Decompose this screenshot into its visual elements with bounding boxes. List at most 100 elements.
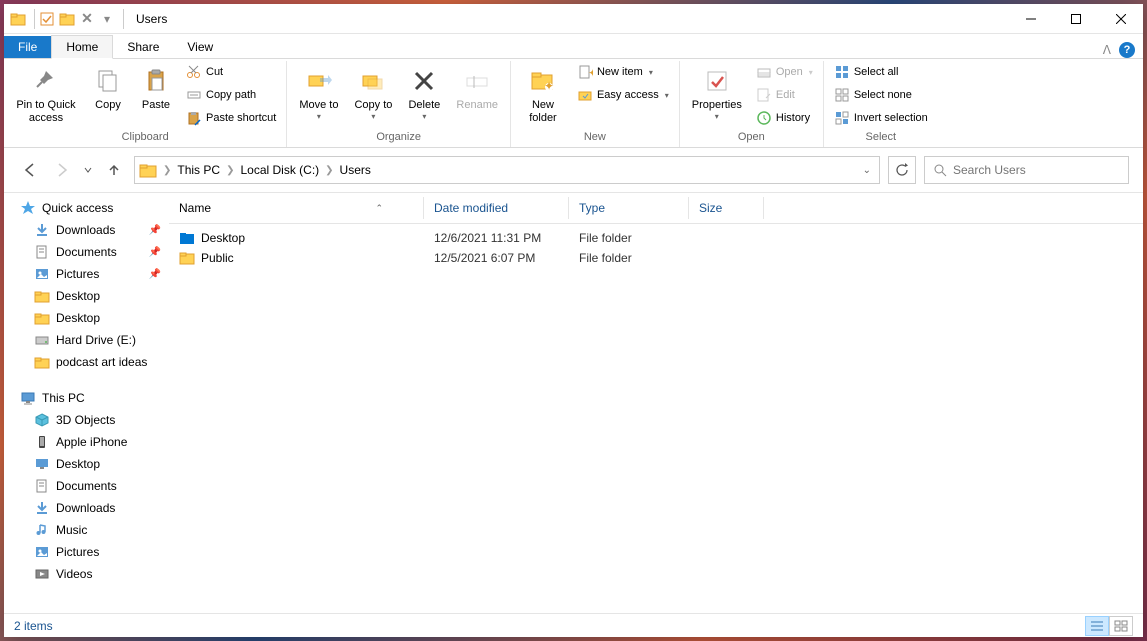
properties-button[interactable]: Properties▾ — [686, 61, 748, 126]
pin-to-quick-access-button[interactable]: Pin to Quick access — [10, 61, 82, 129]
new-folder-button[interactable]: ✦New folder — [517, 61, 569, 129]
file-row[interactable]: Desktop 12/6/2021 11:31 PM File folder — [169, 228, 1143, 248]
file-name: Desktop — [201, 231, 245, 245]
sidebar-item-pictures[interactable]: Pictures📌 — [4, 263, 169, 285]
sidebar-item-desktop[interactable]: Desktop — [4, 453, 169, 475]
folder-icon — [10, 11, 26, 27]
address-bar[interactable]: ❯ This PC ❯ Local Disk (C:) ❯ Users ⌄ — [134, 156, 880, 184]
paste-shortcut-button[interactable]: Paste shortcut — [182, 107, 280, 129]
sidebar-item-pictures[interactable]: Pictures — [4, 541, 169, 563]
nav-recent-button[interactable] — [82, 158, 94, 182]
nav-back-button[interactable] — [18, 158, 42, 182]
chevron-right-icon[interactable]: ❯ — [323, 165, 335, 176]
tab-file[interactable]: File — [4, 36, 51, 58]
sidebar-item-music[interactable]: Music — [4, 519, 169, 541]
file-name: Public — [201, 251, 234, 265]
navigation-bar: ❯ This PC ❯ Local Disk (C:) ❯ Users ⌄ — [4, 148, 1143, 192]
breadcrumb-local-disk[interactable]: Local Disk (C:) — [236, 157, 323, 183]
separator — [34, 9, 35, 29]
sidebar-item-desktop[interactable]: Desktop — [4, 307, 169, 329]
this-pc-icon — [20, 390, 36, 406]
pin-icon — [30, 65, 62, 97]
quick-access[interactable]: Quick access — [4, 197, 169, 219]
invert-selection-button[interactable]: Invert selection — [830, 107, 932, 129]
chevron-right-icon[interactable]: ❯ — [224, 165, 236, 176]
sidebar-item-desktop[interactable]: Desktop — [4, 285, 169, 307]
new-folder-icon: ✦ — [527, 65, 559, 97]
tab-home[interactable]: Home — [51, 35, 113, 59]
chevron-up-icon[interactable]: ᐱ — [1103, 43, 1111, 57]
tab-share[interactable]: Share — [113, 36, 173, 58]
copy-path-button[interactable]: Copy path — [182, 84, 280, 106]
separator — [123, 9, 124, 29]
easy-access-button[interactable]: Easy access▾ — [573, 84, 673, 106]
paste-shortcut-icon — [186, 110, 202, 126]
rename-button[interactable]: Rename — [450, 61, 504, 116]
sidebar-item-videos[interactable]: Videos — [4, 563, 169, 585]
close-button[interactable] — [1098, 4, 1143, 34]
file-rows: Desktop 12/6/2021 11:31 PM File folder P… — [169, 224, 1143, 613]
sidebar-item-podcast-art[interactable]: podcast art ideas — [4, 351, 169, 373]
sidebar-item-apple-iphone[interactable]: Apple iPhone — [4, 431, 169, 453]
drive-icon — [34, 332, 50, 348]
refresh-button[interactable] — [888, 156, 916, 184]
select-all-button[interactable]: Select all — [830, 61, 932, 83]
folder-icon — [34, 354, 50, 370]
navigation-tree[interactable]: Quick access Downloads📌 Documents📌 Pictu… — [4, 193, 169, 613]
delete-button[interactable]: Delete▾ — [402, 61, 446, 126]
paste-button[interactable]: Paste — [134, 61, 178, 116]
delete-icon — [408, 65, 440, 97]
sidebar-item-documents[interactable]: Documents📌 — [4, 241, 169, 263]
chevron-right-icon[interactable]: ❯ — [161, 165, 173, 176]
column-date[interactable]: Date modified — [424, 197, 569, 219]
cut-button[interactable]: Cut — [182, 61, 280, 83]
open-button[interactable]: Open▾ — [752, 61, 817, 83]
copy-to-button[interactable]: Copy to▾ — [348, 61, 398, 126]
search-input[interactable] — [953, 163, 1120, 177]
phone-icon — [34, 434, 50, 450]
sidebar-item-downloads[interactable]: Downloads📌 — [4, 219, 169, 241]
checkmark-icon[interactable] — [39, 11, 55, 27]
column-type[interactable]: Type — [569, 197, 689, 219]
edit-icon — [756, 87, 772, 103]
qat-close-icon[interactable]: ✕ — [79, 11, 95, 27]
move-to-button[interactable]: Move to▾ — [293, 61, 344, 126]
maximize-button[interactable] — [1053, 4, 1098, 34]
copy-to-icon — [357, 65, 389, 97]
chevron-down-icon[interactable]: ⌄ — [863, 165, 871, 176]
copy-button[interactable]: Copy — [86, 61, 130, 116]
ribbon-group-clipboard: Pin to Quick access Copy Paste Cut Copy … — [4, 61, 287, 147]
nav-up-button[interactable] — [102, 158, 126, 182]
status-text: 2 items — [14, 619, 53, 633]
breadcrumb-users[interactable]: Users — [336, 157, 375, 183]
move-icon — [303, 65, 335, 97]
thumbnails-view-button[interactable] — [1109, 616, 1133, 636]
select-none-icon — [834, 87, 850, 103]
new-item-button[interactable]: ✦New item▾ — [573, 61, 673, 83]
minimize-button[interactable] — [1008, 4, 1053, 34]
3d-objects-icon — [34, 412, 50, 428]
select-none-button[interactable]: Select none — [830, 84, 932, 106]
file-row[interactable]: Public 12/5/2021 6:07 PM File folder — [169, 248, 1143, 268]
tab-view[interactable]: View — [173, 36, 227, 58]
sidebar-item-hard-drive[interactable]: Hard Drive (E:) — [4, 329, 169, 351]
documents-icon — [34, 244, 50, 260]
folder-icon[interactable] — [59, 11, 75, 27]
sidebar-item-downloads[interactable]: Downloads — [4, 497, 169, 519]
file-size — [689, 257, 764, 259]
sidebar-item-3d-objects[interactable]: 3D Objects — [4, 409, 169, 431]
details-view-button[interactable] — [1085, 616, 1109, 636]
invert-icon — [834, 110, 850, 126]
search-box[interactable] — [924, 156, 1129, 184]
column-size[interactable]: Size — [689, 197, 764, 219]
column-name[interactable]: Name⌃ — [169, 197, 424, 219]
search-icon — [933, 163, 947, 177]
breadcrumb-this-pc[interactable]: This PC — [173, 157, 224, 183]
history-button[interactable]: History — [752, 107, 817, 129]
sidebar-item-documents[interactable]: Documents — [4, 475, 169, 497]
this-pc[interactable]: This PC — [4, 387, 169, 409]
edit-button[interactable]: Edit — [752, 84, 817, 106]
chevron-down-icon[interactable]: ▾ — [99, 11, 115, 27]
nav-forward-button[interactable] — [50, 158, 74, 182]
help-icon[interactable]: ? — [1119, 42, 1135, 58]
